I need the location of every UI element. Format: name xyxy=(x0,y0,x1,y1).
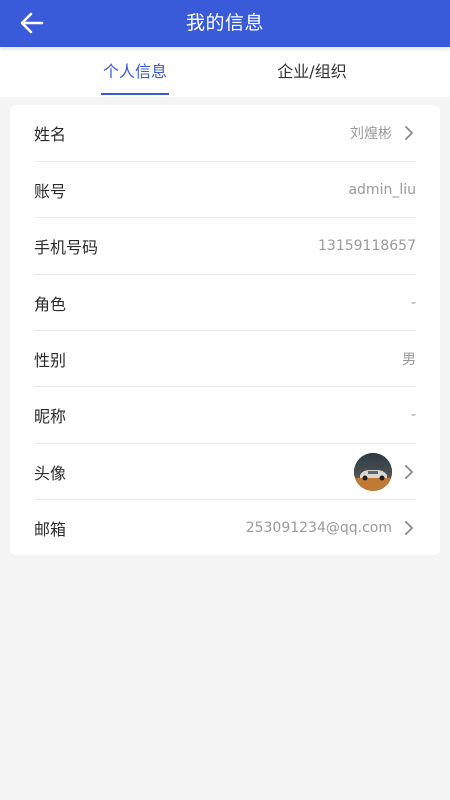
row-label: 性别 xyxy=(34,351,67,370)
row-account: 账号 admin_liu xyxy=(34,162,416,218)
row-phone: 手机号码 13159118657 xyxy=(34,218,416,274)
email-value: 253091234@qq.com xyxy=(245,520,392,536)
row-label: 账号 xyxy=(34,182,67,201)
row-label: 角色 xyxy=(34,295,67,314)
back-button[interactable] xyxy=(14,6,50,40)
row-label: 手机号码 xyxy=(34,238,99,257)
gender-value: 男 xyxy=(402,352,416,368)
account-value: admin_liu xyxy=(348,182,416,198)
row-label: 邮箱 xyxy=(34,520,67,539)
row-label: 姓名 xyxy=(34,125,67,144)
nickname-value: - xyxy=(410,407,416,423)
phone-value: 13159118657 xyxy=(318,238,416,254)
tab-personal-info[interactable]: 个人信息 xyxy=(98,47,172,97)
row-name[interactable]: 姓名 刘煌彬 xyxy=(34,105,416,161)
row-gender: 性别 男 xyxy=(34,331,416,387)
row-label: 头像 xyxy=(34,464,67,483)
tab-organization[interactable]: 企业/组织 xyxy=(268,47,356,97)
arrow-left-icon xyxy=(20,12,44,34)
chevron-right-icon xyxy=(402,463,416,481)
profile-card: 姓名 刘煌彬 账号 admin_liu 手机号码 13159118657 角色 … xyxy=(10,105,440,555)
page-title: 我的信息 xyxy=(185,12,264,34)
avatar xyxy=(354,453,392,491)
row-role: 角色 - xyxy=(34,275,416,331)
active-tab-indicator xyxy=(101,93,169,95)
row-label: 昵称 xyxy=(34,407,67,426)
row-avatar[interactable]: 头像 xyxy=(34,444,416,500)
name-value: 刘煌彬 xyxy=(350,126,392,142)
chevron-right-icon xyxy=(402,519,416,537)
top-app-bar: 我的信息 xyxy=(0,0,450,47)
chevron-right-icon xyxy=(402,124,416,142)
role-value: - xyxy=(410,295,416,311)
row-email[interactable]: 邮箱 253091234@qq.com xyxy=(34,500,416,556)
row-nickname: 昵称 - xyxy=(34,387,416,443)
tab-bar: 个人信息 企业/组织 xyxy=(0,47,450,97)
